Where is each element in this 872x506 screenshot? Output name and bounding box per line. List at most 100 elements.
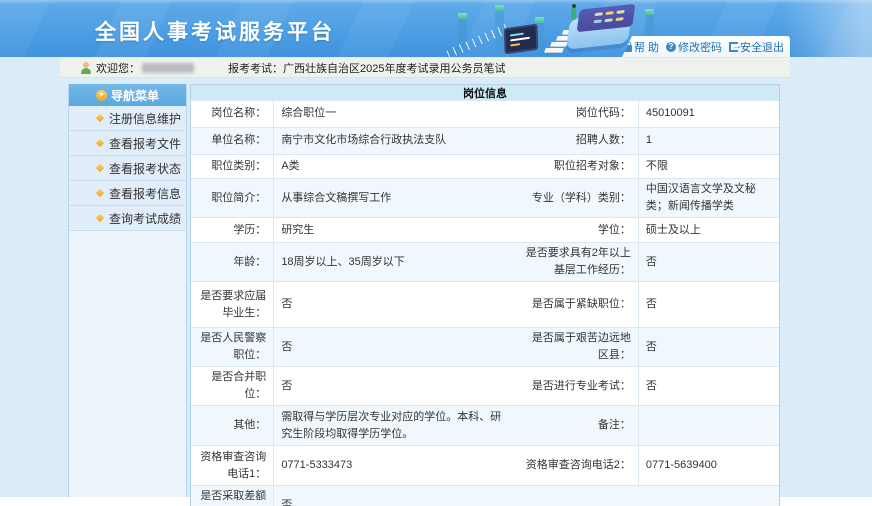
field-label: 是否进行专业考试： <box>514 366 637 405</box>
question-icon: ? <box>666 42 676 52</box>
header-banner: 全国人事考试服务平台 帮 助 ? 修改密码 安 <box>0 0 872 57</box>
field-label: 其他： <box>191 405 273 445</box>
table-row: 岗位名称：综合职位一岗位代码：45010091 <box>191 100 779 127</box>
field-label: 岗位代码： <box>514 100 637 127</box>
table-row: 职位简介：从事综合文稿撰写工作专业（学科）类别：中国汉语言文学及文秘类；新闻传播… <box>191 178 779 217</box>
field-value: 不限 <box>638 154 779 178</box>
sidebar-item-label: 查看报考信息 <box>109 185 181 202</box>
field-value: 需取得与学历层次专业对应的学位。本科、研究生阶段均取得学历学位。 <box>273 405 514 445</box>
field-label: 学位： <box>514 217 637 242</box>
sidebar-item-4[interactable]: 查询考试成绩 <box>69 206 186 231</box>
field-value: 18周岁以上、35周岁以下 <box>273 242 514 281</box>
bullet-icon <box>96 114 104 122</box>
field-label: 资格审查咨询电话2： <box>514 445 637 485</box>
sidebar-item-label: 注册信息维护 <box>109 110 181 127</box>
exam-name: 广西壮族自治区2025年度考试录用公务员笔试 <box>283 60 505 76</box>
bullet-icon <box>96 189 104 197</box>
field-label: 学历： <box>191 217 273 242</box>
table-row: 是否采取差额考察：否 <box>191 485 779 506</box>
field-value: 硕士及以上 <box>638 217 779 242</box>
table-row: 职位类别：A类职位招考对象：不限 <box>191 154 779 178</box>
field-label: 是否人民警察职位： <box>191 327 273 366</box>
field-value: 1 <box>638 127 779 154</box>
field-label: 是否属于紧缺职位： <box>514 281 637 327</box>
field-value: 45010091 <box>638 100 779 127</box>
field-value: 中国汉语言文学及文秘类；新闻传播学类 <box>638 178 779 217</box>
content-panel: 岗位信息 岗位名称：综合职位一岗位代码：45010091单位名称：南宁市文化市场… <box>190 84 780 497</box>
table-row: 资格审查咨询电话1：0771-5333473资格审查咨询电话2：0771-563… <box>191 445 779 485</box>
table-title: 岗位信息 <box>191 85 779 100</box>
sidebar-item-label: 查询考试成绩 <box>109 210 181 227</box>
exit-icon <box>729 42 738 52</box>
table-row: 是否要求应届毕业生：否是否属于紧缺职位：否 <box>191 281 779 327</box>
field-value: 否 <box>273 327 514 366</box>
welcome-bar: 欢迎您： 报考考试： 广西壮族自治区2025年度考试录用公务员笔试 <box>60 58 790 78</box>
field-value <box>638 405 779 445</box>
main-area: ▼ 导航菜单 注册信息维护查看报考文件查看报考状态查看报考信息查询考试成绩 岗位… <box>60 84 790 497</box>
field-value: 否 <box>273 485 779 506</box>
sidebar-header: ▼ 导航菜单 <box>69 84 186 106</box>
utility-bar: 帮 助 ? 修改密码 安全退出 <box>622 36 790 57</box>
field-label: 是否要求应届毕业生： <box>191 281 273 327</box>
field-value: A类 <box>273 154 514 178</box>
table-body: 岗位名称：综合职位一岗位代码：45010091单位名称：南宁市文化市场综合行政执… <box>191 100 779 506</box>
table-row: 是否人民警察职位：否是否属于艰苦边远地区县：否 <box>191 327 779 366</box>
sidebar-item-1[interactable]: 查看报考文件 <box>69 131 186 156</box>
page: 全国人事考试服务平台 帮 助 ? 修改密码 安 <box>0 0 872 506</box>
field-label: 专业（学科）类别： <box>514 178 637 217</box>
table-row: 单位名称：南宁市文化市场综合行政执法支队招聘人数：1 <box>191 127 779 154</box>
field-value: 研究生 <box>273 217 514 242</box>
user-name-redacted <box>142 63 194 73</box>
field-label: 招聘人数： <box>514 127 637 154</box>
table-row: 其他：需取得与学历层次专业对应的学位。本科、研究生阶段均取得学历学位。备注： <box>191 405 779 445</box>
field-label: 职位类别： <box>191 154 273 178</box>
monitor-graphic <box>504 24 539 55</box>
field-value: 否 <box>638 281 779 327</box>
field-value: 南宁市文化市场综合行政执法支队 <box>273 127 514 154</box>
field-label: 资格审查咨询电话1： <box>191 445 273 485</box>
logout-link[interactable]: 安全退出 <box>729 39 784 55</box>
field-label: 年龄： <box>191 242 273 281</box>
field-value: 否 <box>638 242 779 281</box>
field-value: 0771-5639400 <box>638 445 779 485</box>
chevron-down-icon: ▼ <box>96 90 107 101</box>
field-label: 是否要求具有2年以上基层工作经历： <box>514 242 637 281</box>
sidebar-menu: 注册信息维护查看报考文件查看报考状态查看报考信息查询考试成绩 <box>69 106 186 231</box>
sidebar-item-0[interactable]: 注册信息维护 <box>69 106 186 131</box>
bullet-icon <box>96 164 104 172</box>
field-label: 单位名称： <box>191 127 273 154</box>
job-info-table: 岗位信息 岗位名称：综合职位一岗位代码：45010091单位名称：南宁市文化市场… <box>190 84 780 506</box>
sidebar: ▼ 导航菜单 注册信息维护查看报考文件查看报考状态查看报考信息查询考试成绩 <box>68 84 187 497</box>
exam-label: 报考考试： <box>228 60 283 76</box>
logout-label: 安全退出 <box>740 39 784 55</box>
change-password-link[interactable]: ? 修改密码 <box>666 39 722 55</box>
field-label: 岗位名称： <box>191 100 273 127</box>
page-title: 全国人事考试服务平台 <box>95 16 335 46</box>
help-link-label: 帮 助 <box>634 39 659 55</box>
table-row: 是否合并职位：否是否进行专业考试：否 <box>191 366 779 405</box>
field-label: 是否属于艰苦边远地区县： <box>514 327 637 366</box>
welcome-greeting: 欢迎您： <box>96 60 140 76</box>
field-value: 综合职位一 <box>273 100 514 127</box>
sidebar-title: 导航菜单 <box>111 87 159 104</box>
field-value: 否 <box>638 327 779 366</box>
field-label: 职位招考对象： <box>514 154 637 178</box>
field-value: 否 <box>638 366 779 405</box>
field-value: 否 <box>273 366 514 405</box>
sidebar-item-label: 查看报考文件 <box>109 135 181 152</box>
sidebar-item-label: 查看报考状态 <box>109 160 181 177</box>
user-avatar-icon <box>80 62 92 74</box>
bullet-icon <box>96 214 104 222</box>
bullet-icon <box>96 139 104 147</box>
sidebar-item-2[interactable]: 查看报考状态 <box>69 156 186 181</box>
table-row: 年龄：18周岁以上、35周岁以下是否要求具有2年以上基层工作经历：否 <box>191 242 779 281</box>
field-label: 备注： <box>514 405 637 445</box>
field-value: 0771-5333473 <box>273 445 514 485</box>
table-row: 学历：研究生学位：硕士及以上 <box>191 217 779 242</box>
field-label: 是否采取差额考察： <box>191 485 273 506</box>
field-value: 否 <box>273 281 514 327</box>
change-password-label: 修改密码 <box>678 39 722 55</box>
sidebar-item-3[interactable]: 查看报考信息 <box>69 181 186 206</box>
person-graphic <box>571 8 576 20</box>
field-label: 是否合并职位： <box>191 366 273 405</box>
